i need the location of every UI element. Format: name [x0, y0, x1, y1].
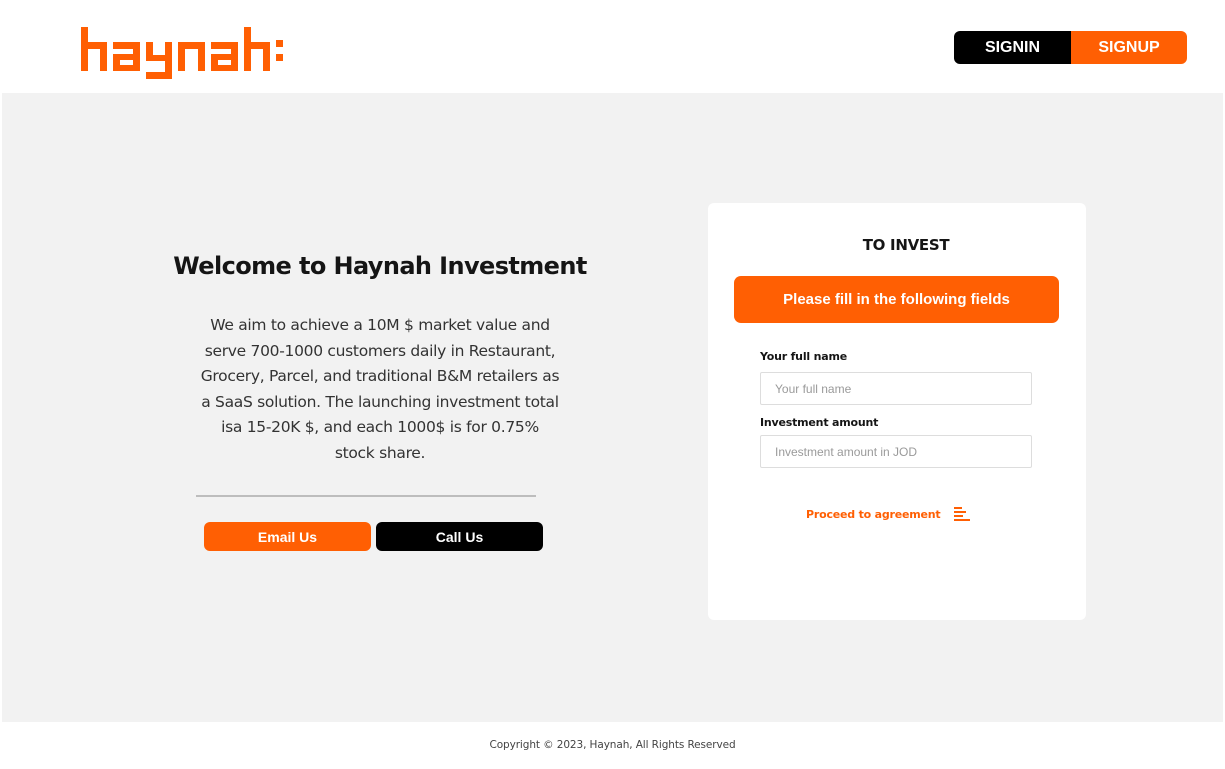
- full-name-label: Your full name: [760, 350, 847, 363]
- signup-button[interactable]: SIGNUP: [1071, 31, 1187, 64]
- site-footer: Copyright © 2023, Haynah, All Rights Res…: [2, 722, 1223, 767]
- main-section: Welcome to Haynah Investment We aim to a…: [2, 93, 1223, 722]
- copyright-text: Copyright © 2023, Haynah, All Rights Res…: [489, 738, 736, 751]
- email-us-button[interactable]: Email Us: [204, 522, 371, 551]
- proceed-to-agreement-button[interactable]: Proceed to agreement: [806, 504, 971, 524]
- signin-button[interactable]: SIGNIN: [954, 31, 1071, 64]
- haynah-logo[interactable]: [79, 25, 287, 79]
- invest-form-card: TO INVEST Please fill in the following f…: [708, 203, 1086, 620]
- auth-buttons: SIGNIN SIGNUP: [954, 31, 1187, 64]
- welcome-description: We aim to achieve a 10M $ market value a…: [200, 316, 560, 462]
- call-us-button[interactable]: Call Us: [376, 522, 543, 551]
- menu-lines-icon: [953, 507, 970, 521]
- proceed-to-agreement-label: Proceed to agreement: [806, 507, 941, 521]
- form-instructions-banner: Please fill in the following fields: [734, 276, 1059, 323]
- full-name-input[interactable]: [760, 372, 1032, 405]
- invest-form-title: TO INVEST: [862, 236, 950, 254]
- site-header: SIGNIN SIGNUP: [2, 3, 1223, 93]
- welcome-title: Welcome to Haynah Investment: [173, 252, 587, 280]
- divider: [196, 495, 536, 497]
- investment-amount-input[interactable]: [760, 435, 1032, 468]
- investment-amount-label: Investment amount: [760, 416, 879, 429]
